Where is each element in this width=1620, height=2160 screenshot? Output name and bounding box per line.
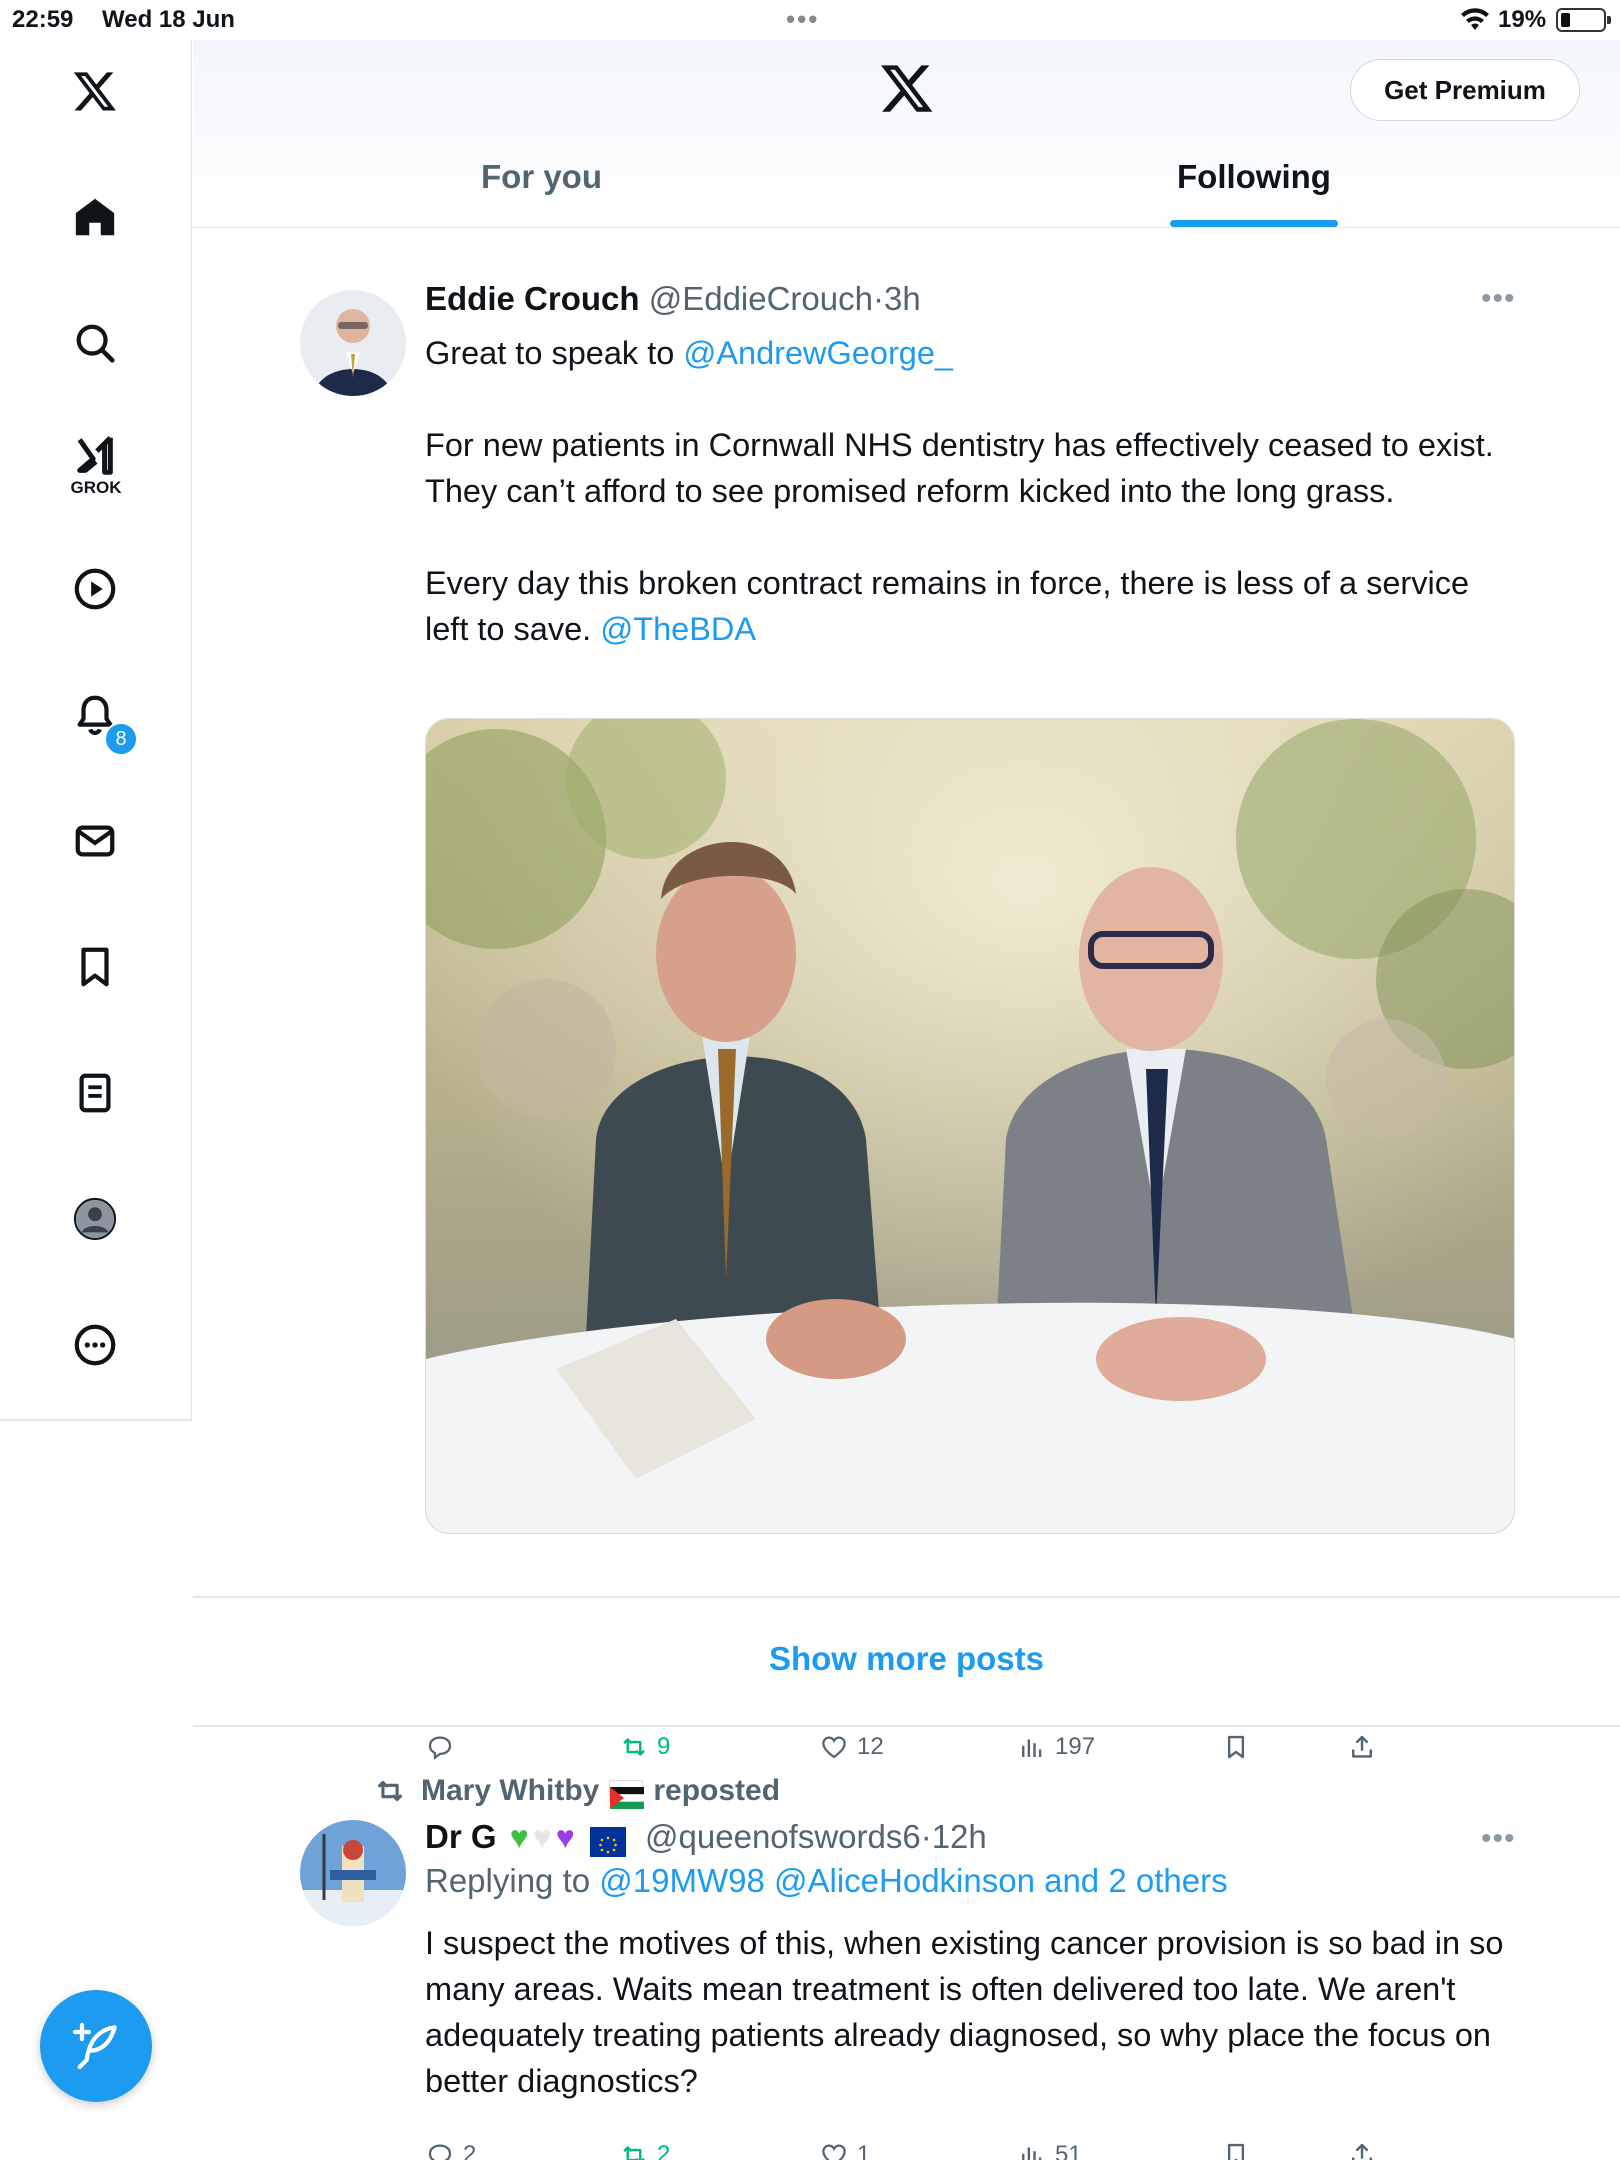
video-icon[interactable] (66, 560, 124, 618)
post-more-icon[interactable]: ••• (1481, 1822, 1516, 1856)
tab-for-you[interactable]: For you (481, 158, 602, 196)
battery-percent: 19% (1498, 6, 1547, 33)
x-logo-icon (881, 65, 933, 112)
profile-avatar-icon[interactable] (66, 1190, 124, 1248)
repost-button[interactable]: 2 (619, 2140, 670, 2160)
reply-button[interactable] (425, 1732, 463, 1762)
wifi-icon (1461, 8, 1489, 30)
post-photo[interactable] (425, 718, 1515, 1534)
replying-label: Replying to (425, 1862, 600, 1899)
lists-icon[interactable] (66, 1064, 124, 1122)
reposted-label: reposted (653, 1774, 781, 1807)
tab-following[interactable]: Following (1177, 158, 1331, 196)
bookmark-button[interactable] (1221, 1732, 1259, 1762)
sidebar-nav: GROK 8 (0, 40, 192, 1420)
share-button[interactable] (1347, 1732, 1385, 1762)
repost-icon (623, 2146, 645, 2160)
heart-icon (822, 1736, 846, 1759)
status-date: Wed 18 Jun (102, 6, 235, 33)
get-premium-button[interactable]: Get Premium (1350, 59, 1580, 121)
author-name[interactable]: Eddie Crouch (425, 280, 640, 317)
home-icon[interactable] (66, 188, 124, 246)
heart-icon (822, 2144, 846, 2160)
author-handle[interactable]: @EddieCrouch (649, 280, 873, 317)
repost-count: 2 (657, 2141, 671, 2160)
mention-link[interactable]: @AndrewGeorge_ (683, 335, 953, 371)
main-timeline: Get Premium For you Following Eddie Crou… (193, 40, 1620, 2160)
reply-mentions-link[interactable]: @19MW98 @AliceHodkinson and 2 others (599, 1862, 1227, 1899)
post-more-icon[interactable]: ••• (1481, 282, 1516, 316)
compose-post-button[interactable] (40, 1990, 152, 2102)
post-actions: 2 2 1 51 (425, 2140, 1425, 2160)
status-bar: 22:59 Wed 18 Jun ••• 19% (0, 0, 1620, 40)
views-button[interactable]: 51 (1017, 2140, 1082, 2160)
divider (193, 1596, 1620, 1598)
like-count: 1 (857, 2141, 871, 2160)
post-paragraph: For new patients in Cornwall NHS dentist… (425, 427, 1494, 509)
notifications-badge: 8 (104, 722, 138, 756)
active-tab-indicator (1170, 220, 1338, 227)
bookmark-icon (1227, 2143, 1245, 2160)
x-logo-icon[interactable] (66, 62, 124, 120)
grok-label: GROK (70, 478, 122, 497)
share-icon (1352, 2143, 1372, 2160)
post-header: Dr G ♥ ♥ ♥ @queenofswords6·12h (425, 1818, 987, 1858)
share-button[interactable] (1347, 2140, 1385, 2160)
reposter-name[interactable]: Mary Whitby (421, 1774, 599, 1808)
repost-button[interactable]: 9 (619, 1732, 670, 1762)
like-button[interactable]: 1 (819, 2140, 870, 2160)
more-options-icon[interactable] (66, 1316, 124, 1374)
status-time: 22:59 (12, 6, 74, 33)
avatar[interactable] (300, 1820, 406, 1926)
reply-icon (428, 2144, 452, 2160)
eu-flag-icon (589, 1827, 626, 1858)
divider (193, 1725, 1620, 1727)
views-button[interactable]: 197 (1017, 1732, 1095, 1762)
post-time[interactable]: 3h (884, 280, 921, 317)
repost-icon (623, 1738, 645, 1756)
battery-icon (1556, 8, 1611, 32)
post-text: Great to speak to @AndrewGeorge_ For new… (425, 330, 1515, 652)
timeline-header: Get Premium For you Following (193, 40, 1620, 228)
bookmark-icon (1227, 1735, 1245, 1759)
post-text-intro: Great to speak to (425, 335, 684, 371)
post-header: Eddie Crouch @EddieCrouch·3h (425, 280, 921, 317)
purple-heart-icon: ♥ (555, 1819, 575, 1855)
repost-icon (377, 1780, 403, 1802)
views-count: 51 (1055, 2141, 1082, 2160)
author-handle[interactable]: @queenofswords6 (645, 1818, 921, 1855)
reply-count: 2 (463, 2141, 477, 2160)
reply-button[interactable]: 2 (425, 2140, 476, 2160)
views-chart-icon (1022, 1739, 1042, 1757)
reposted-by-line[interactable]: Mary Whitby reposted (373, 1774, 781, 1809)
reply-icon (428, 1736, 452, 1760)
mention-link[interactable]: @TheBDA (600, 611, 756, 647)
replying-to-line: Replying to @19MW98 @AliceHodkinson and … (425, 1862, 1228, 1900)
search-icon[interactable] (66, 314, 124, 372)
post-text: I suspect the motives of this, when exis… (425, 1925, 1504, 2099)
like-button[interactable]: 12 (819, 1732, 884, 1762)
post-time[interactable]: 12h (932, 1818, 987, 1855)
post-actions: 9 12 197 (425, 1732, 1425, 1772)
views-chart-icon (1022, 2147, 1042, 2160)
sidebar-divider (0, 1419, 192, 1421)
palestine-flag-icon (609, 1780, 645, 1809)
repost-count: 9 (657, 1733, 671, 1760)
grok-icon[interactable] (66, 426, 124, 484)
multitask-dots-icon[interactable]: ••• (786, 4, 819, 35)
share-icon (1352, 1735, 1372, 1758)
white-heart-icon: ♥ (532, 1819, 552, 1855)
show-more-posts-link[interactable]: Show more posts (193, 1640, 1620, 1678)
author-name[interactable]: Dr G (425, 1818, 497, 1855)
green-heart-icon: ♥ (509, 1819, 529, 1855)
like-count: 12 (857, 1733, 884, 1760)
compose-feather-icon (72, 2022, 117, 2070)
bookmarks-icon[interactable] (66, 938, 124, 996)
messages-icon[interactable] (66, 812, 124, 870)
post-paragraph: Every day this broken contract remains i… (425, 565, 1470, 647)
bookmark-button[interactable] (1221, 2140, 1259, 2160)
avatar[interactable] (300, 290, 406, 396)
views-count: 197 (1055, 1733, 1096, 1760)
